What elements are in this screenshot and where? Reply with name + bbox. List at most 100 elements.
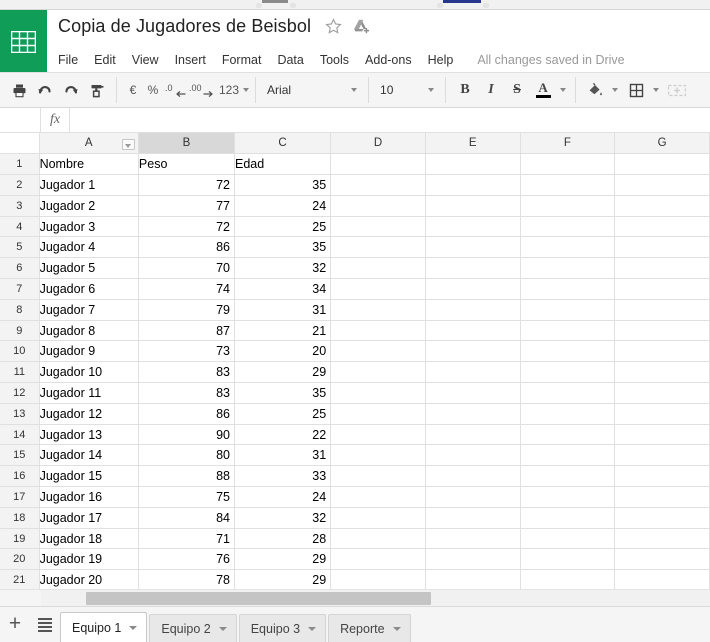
strikethrough-button[interactable]: S <box>504 77 530 103</box>
menu-file[interactable]: File <box>58 52 86 68</box>
sheet-tab-menu-icon[interactable] <box>308 626 317 631</box>
cell-E1[interactable] <box>425 153 521 176</box>
cell-A4[interactable]: Jugador 3 <box>39 216 139 238</box>
menu-add-ons[interactable]: Add-ons <box>357 52 420 68</box>
cell-F12[interactable] <box>520 382 616 404</box>
cell-A8[interactable]: Jugador 7 <box>39 299 139 321</box>
cell-C8[interactable]: 31 <box>234 299 332 321</box>
column-header-g[interactable]: G <box>614 133 710 155</box>
cell-E13[interactable] <box>425 403 521 425</box>
cell-E8[interactable] <box>425 299 521 321</box>
cell-A20[interactable]: Jugador 19 <box>39 548 139 571</box>
bold-button[interactable]: B <box>452 77 478 103</box>
cell-B7[interactable]: 74 <box>138 278 236 300</box>
cell-A7[interactable]: Jugador 6 <box>39 278 139 300</box>
row-header-18[interactable]: 18 <box>0 507 40 529</box>
menu-data[interactable]: Data <box>269 52 311 68</box>
row-header-6[interactable]: 6 <box>0 257 40 280</box>
cell-B20[interactable]: 76 <box>138 548 236 571</box>
cell-B9[interactable]: 87 <box>138 320 236 342</box>
cell-A21[interactable]: Jugador 20 <box>39 569 139 589</box>
cell-D13[interactable] <box>330 403 426 425</box>
cell-E16[interactable] <box>425 465 521 488</box>
cell-D20[interactable] <box>330 548 426 571</box>
spreadsheet-grid[interactable]: ABCDEFG 1 Nombre Peso Edad 2 Jugador 1 72 35 3 Ju… <box>0 133 710 589</box>
all-sheets-button[interactable] <box>30 610 60 640</box>
cell-C5[interactable]: 35 <box>234 236 332 259</box>
cell-F9[interactable] <box>520 320 616 342</box>
cell-C19[interactable]: 28 <box>234 528 332 550</box>
cell-A19[interactable]: Jugador 18 <box>39 528 139 550</box>
row-header-14[interactable]: 14 <box>0 424 40 446</box>
row-header-17[interactable]: 17 <box>0 486 40 508</box>
cell-B17[interactable]: 75 <box>138 486 236 508</box>
fill-color-button[interactable] <box>582 77 608 103</box>
row-header-10[interactable]: 10 <box>0 340 40 363</box>
cell-F21[interactable] <box>520 569 616 589</box>
cell-G9[interactable] <box>614 320 710 342</box>
column-header-e[interactable]: E <box>425 133 521 155</box>
cell-F16[interactable] <box>520 465 616 488</box>
cell-G13[interactable] <box>614 403 710 425</box>
cell-A9[interactable]: Jugador 8 <box>39 320 139 342</box>
cell-C11[interactable]: 29 <box>234 361 332 384</box>
cell-D16[interactable] <box>330 465 426 488</box>
cell-A18[interactable]: Jugador 17 <box>39 507 139 529</box>
add-sheet-button[interactable]: + <box>0 610 30 640</box>
cell-F18[interactable] <box>520 507 616 529</box>
cell-F3[interactable] <box>520 195 616 217</box>
cell-D5[interactable] <box>330 236 426 259</box>
cell-F7[interactable] <box>520 278 616 300</box>
cell-A15[interactable]: Jugador 14 <box>39 444 139 467</box>
cell-E14[interactable] <box>425 424 521 446</box>
cell-F10[interactable] <box>520 340 616 363</box>
row-header-7[interactable]: 7 <box>0 278 40 300</box>
cell-G18[interactable] <box>614 507 710 529</box>
row-header-16[interactable]: 16 <box>0 465 40 488</box>
cell-B16[interactable]: 88 <box>138 465 236 488</box>
cell-E20[interactable] <box>425 548 521 571</box>
row-header-5[interactable]: 5 <box>0 236 40 259</box>
column-filter-dropdown-icon[interactable] <box>121 139 135 150</box>
cell-C2[interactable]: 35 <box>234 174 332 196</box>
cell-C17[interactable]: 24 <box>234 486 332 508</box>
cell-G15[interactable] <box>614 444 710 467</box>
cell-C21[interactable]: 29 <box>234 569 332 589</box>
borders-button[interactable] <box>623 77 649 103</box>
cell-G17[interactable] <box>614 486 710 508</box>
cell-G1[interactable] <box>614 153 710 176</box>
increase-decimal-button[interactable]: .00 <box>189 77 215 103</box>
cell-E21[interactable] <box>425 569 521 589</box>
cell-E18[interactable] <box>425 507 521 529</box>
cell-A1[interactable]: Nombre <box>39 153 139 176</box>
row-header-12[interactable]: 12 <box>0 382 40 404</box>
cell-F14[interactable] <box>520 424 616 446</box>
cell-F1[interactable] <box>520 153 616 176</box>
cell-C20[interactable]: 29 <box>234 548 332 571</box>
menu-tools[interactable]: Tools <box>312 52 357 68</box>
cell-G5[interactable] <box>614 236 710 259</box>
undo-button[interactable] <box>32 77 58 103</box>
font-size-select[interactable]: 10 <box>375 78 439 102</box>
cell-E3[interactable] <box>425 195 521 217</box>
column-header-a[interactable]: A <box>39 133 139 155</box>
cell-G20[interactable] <box>614 548 710 571</box>
font-family-select[interactable]: Arial <box>262 78 362 102</box>
cell-C15[interactable]: 31 <box>234 444 332 467</box>
sheet-tab-1[interactable]: Equipo 1 <box>60 612 148 642</box>
cell-D17[interactable] <box>330 486 426 508</box>
row-header-2[interactable]: 2 <box>0 174 40 196</box>
sheet-tab-3[interactable]: Equipo 3 <box>238 614 327 642</box>
cell-D11[interactable] <box>330 361 426 384</box>
italic-button[interactable]: I <box>478 77 504 103</box>
cell-D8[interactable] <box>330 299 426 321</box>
cell-C16[interactable]: 33 <box>234 465 332 488</box>
cell-A16[interactable]: Jugador 15 <box>39 465 139 488</box>
document-title[interactable]: Copia de Jugadores de Beisbol <box>58 16 311 37</box>
redo-button[interactable] <box>58 77 84 103</box>
cell-A2[interactable]: Jugador 1 <box>39 174 139 196</box>
chevron-down-icon[interactable] <box>560 88 567 92</box>
cell-D15[interactable] <box>330 444 426 467</box>
cell-A13[interactable]: Jugador 12 <box>39 403 139 425</box>
cell-B2[interactable]: 72 <box>138 174 236 196</box>
